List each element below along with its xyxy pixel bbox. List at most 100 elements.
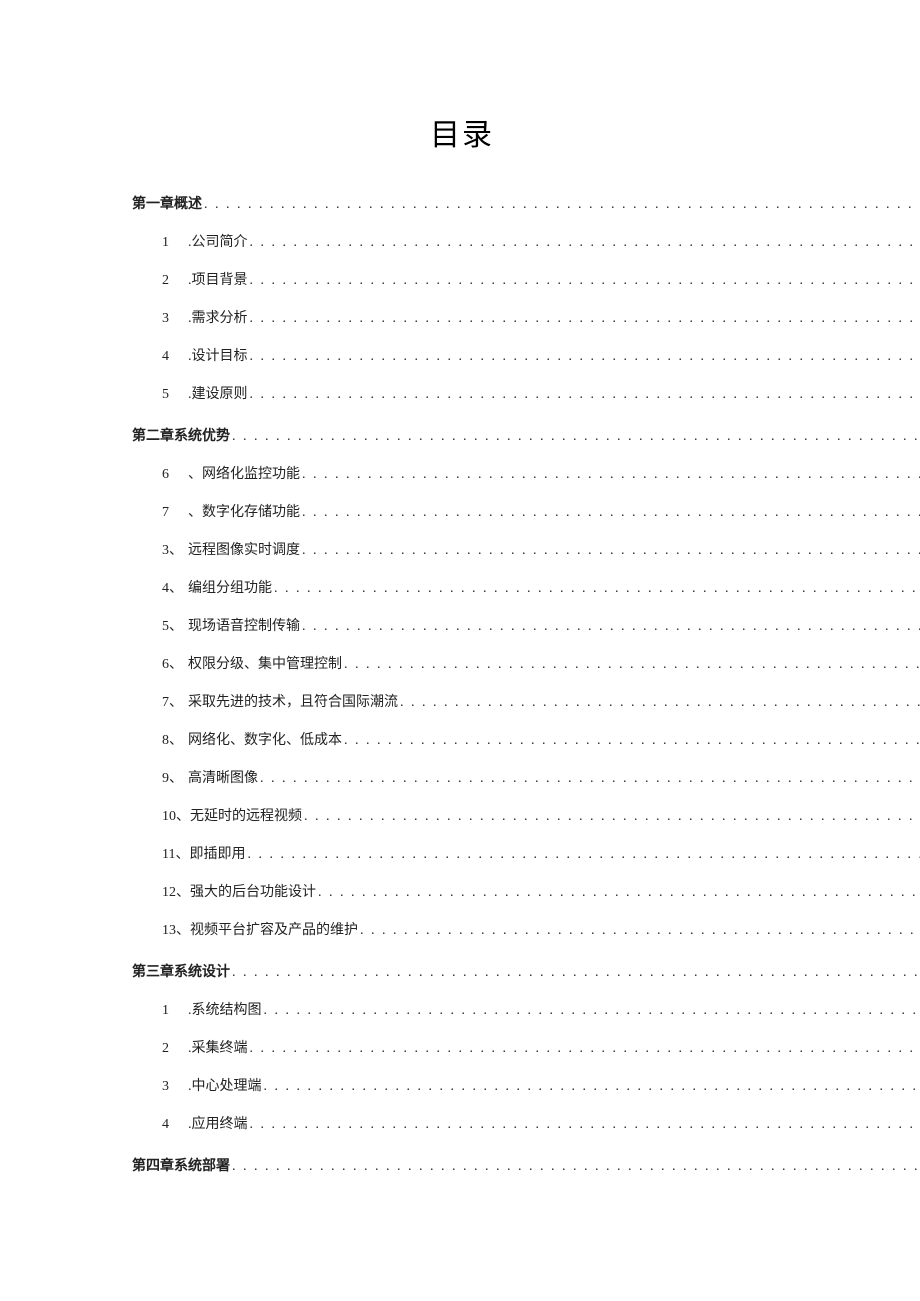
toc-entry-label: .中心处理端 bbox=[188, 1080, 262, 1094]
toc-section: 10、无延时的远程视频10 bbox=[132, 810, 920, 824]
toc-entry: 1 .公司简介4 bbox=[132, 224, 792, 262]
toc-entry-label: 网络化、数字化、低成本 bbox=[188, 734, 342, 748]
toc-entry-number: 3 bbox=[162, 312, 188, 326]
toc-leader-dots bbox=[344, 734, 920, 748]
toc-entry-label: 、网络化监控功能 bbox=[188, 468, 300, 482]
toc-entry: 3、远程图像实时调度8 bbox=[132, 532, 792, 570]
toc-leader-dots bbox=[274, 582, 920, 596]
toc-entry: 7、采取先进的技术，且符合国际潮流9 bbox=[132, 684, 792, 722]
toc-entry-number: 2 bbox=[162, 274, 188, 288]
toc-section: 7、采取先进的技术，且符合国际潮流9 bbox=[132, 696, 920, 710]
toc-entry-label: .需求分析 bbox=[188, 312, 248, 326]
toc-entry-number: 7 bbox=[162, 506, 188, 520]
toc-list: 第一章概述41 .公司简介42 .项目背景53 .需求分析54 .设计目标65 … bbox=[132, 186, 792, 1186]
toc-leader-dots bbox=[247, 848, 920, 862]
toc-entry: 6 、网络化监控功能8 bbox=[132, 456, 792, 494]
toc-entry-label: 无延时的远程视频 bbox=[190, 810, 302, 824]
toc-entry: 4 .设计目标6 bbox=[132, 338, 792, 376]
toc-entry-number: 7、 bbox=[162, 696, 188, 710]
toc-section: 12、强大的后台功能设计10 bbox=[132, 886, 920, 900]
toc-leader-dots bbox=[250, 274, 920, 288]
toc-section: 9、高清晰图像10 bbox=[132, 772, 920, 786]
toc-entry-label: 第四章系统部署 bbox=[132, 1160, 230, 1174]
toc-entry-label: 采取先进的技术，且符合国际潮流 bbox=[188, 696, 398, 710]
toc-section: 4 .设计目标6 bbox=[132, 350, 920, 364]
toc-entry: 5、现场语音控制传输8 bbox=[132, 608, 792, 646]
toc-entry-label: .采集终端 bbox=[188, 1042, 248, 1056]
toc-entry-number: 5 bbox=[162, 388, 188, 402]
toc-leader-dots bbox=[250, 312, 920, 326]
toc-entry-label: 编组分组功能 bbox=[188, 582, 272, 596]
toc-section: 6 、网络化监控功能8 bbox=[132, 468, 920, 482]
toc-entry-label: 权限分级、集中管理控制 bbox=[188, 658, 342, 672]
toc-entry-label: 第一章概述 bbox=[132, 198, 202, 212]
toc-entry-number: 6 bbox=[162, 468, 188, 482]
toc-entry-number: 11、 bbox=[162, 848, 189, 862]
toc-section: 6、权限分级、集中管理控制8 bbox=[132, 658, 920, 672]
toc-entry-label: .设计目标 bbox=[188, 350, 248, 364]
toc-leader-dots bbox=[302, 506, 920, 520]
toc-entry-label: 高清晰图像 bbox=[188, 772, 258, 786]
toc-entry-label: .项目背景 bbox=[188, 274, 248, 288]
toc-entry: 5 .建设原则6 bbox=[132, 376, 792, 414]
toc-entry-number: 5、 bbox=[162, 620, 188, 634]
toc-leader-dots bbox=[264, 1080, 920, 1094]
toc-section: 5 .建设原则6 bbox=[132, 388, 920, 402]
toc-section: 1 .系统结构图11 bbox=[132, 1004, 920, 1018]
toc-entry: 1 .系统结构图11 bbox=[132, 992, 792, 1030]
toc-leader-dots bbox=[302, 544, 920, 558]
toc-entry-number: 10、 bbox=[162, 810, 190, 824]
toc-entry-number: 4 bbox=[162, 350, 188, 364]
toc-section: 4、编组分组功能8 bbox=[132, 582, 920, 596]
toc-leader-dots bbox=[344, 658, 920, 672]
toc-entry-label: 视频平台扩容及产品的维护 bbox=[190, 924, 358, 938]
toc-entry: 第三章系统设计11 bbox=[132, 954, 792, 992]
toc-entry: 4 .应用终端14 bbox=[132, 1106, 792, 1144]
toc-entry-number: 6、 bbox=[162, 658, 188, 672]
toc-entry: 12、强大的后台功能设计10 bbox=[132, 874, 792, 912]
toc-entry-number: 3 bbox=[162, 1080, 188, 1094]
toc-entry-number: 12、 bbox=[162, 886, 190, 900]
toc-entry: 4、编组分组功能8 bbox=[132, 570, 792, 608]
toc-leader-dots bbox=[232, 430, 920, 444]
toc-section: 5、现场语音控制传输8 bbox=[132, 620, 920, 634]
toc-entry: 3 .中心处理端13 bbox=[132, 1068, 792, 1106]
toc-entry-label: 即插即用 bbox=[189, 848, 245, 862]
toc-section: 11、即插即用10 bbox=[132, 848, 920, 862]
toc-entry-label: .公司简介 bbox=[188, 236, 248, 250]
toc-section: 8、网络化、数字化、低成本10 bbox=[132, 734, 920, 748]
toc-section: 7 、数字化存储功能8 bbox=[132, 506, 920, 520]
toc-entry-number: 4、 bbox=[162, 582, 188, 596]
toc-entry: 第一章概述4 bbox=[132, 186, 792, 224]
toc-entry: 9、高清晰图像10 bbox=[132, 760, 792, 798]
toc-entry-label: 、数字化存储功能 bbox=[188, 506, 300, 520]
toc-chapter: 第四章系统部署18 bbox=[132, 1160, 920, 1174]
toc-entry: 2 .采集终端12 bbox=[132, 1030, 792, 1068]
toc-chapter: 第三章系统设计11 bbox=[132, 966, 920, 980]
toc-chapter: 第一章概述4 bbox=[132, 198, 920, 212]
toc-leader-dots bbox=[302, 620, 920, 634]
toc-section: 2 .项目背景5 bbox=[132, 274, 920, 288]
toc-entry-number: 9、 bbox=[162, 772, 188, 786]
toc-entry: 2 .项目背景5 bbox=[132, 262, 792, 300]
toc-entry-number: 3、 bbox=[162, 544, 188, 558]
toc-entry-label: 第二章系统优势 bbox=[132, 430, 230, 444]
toc-leader-dots bbox=[232, 1160, 920, 1174]
toc-entry: 3 .需求分析5 bbox=[132, 300, 792, 338]
toc-entry: 第二章系统优势8 bbox=[132, 418, 792, 456]
toc-section: 3、远程图像实时调度8 bbox=[132, 544, 920, 558]
toc-entry-label: 远程图像实时调度 bbox=[188, 544, 300, 558]
toc-section: 13、视频平台扩容及产品的维护11 bbox=[132, 924, 920, 938]
toc-entry-label: .应用终端 bbox=[188, 1118, 248, 1132]
toc-entry: 7 、数字化存储功能8 bbox=[132, 494, 792, 532]
toc-entry-label: 现场语音控制传输 bbox=[188, 620, 300, 634]
toc-entry-label: 强大的后台功能设计 bbox=[190, 886, 316, 900]
toc-leader-dots bbox=[250, 388, 920, 402]
toc-entry: 8、网络化、数字化、低成本10 bbox=[132, 722, 792, 760]
toc-entry: 第四章系统部署18 bbox=[132, 1148, 792, 1186]
toc-section: 4 .应用终端14 bbox=[132, 1118, 920, 1132]
toc-entry-label: .建设原则 bbox=[188, 388, 248, 402]
toc-leader-dots bbox=[260, 772, 920, 786]
toc-leader-dots bbox=[232, 966, 920, 980]
toc-entry: 13、视频平台扩容及产品的维护11 bbox=[132, 912, 792, 950]
